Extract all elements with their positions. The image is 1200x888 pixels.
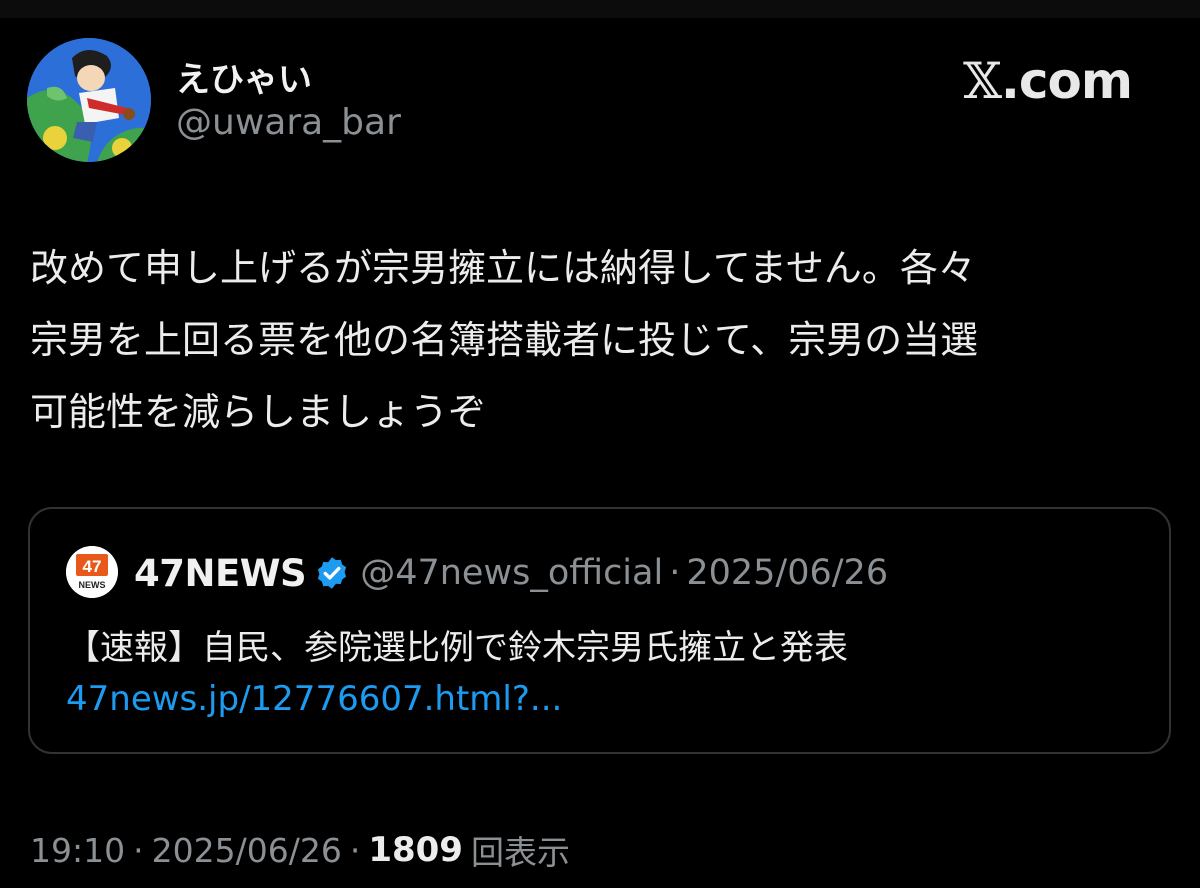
x-logo-icon: 𝕏 (963, 52, 1002, 110)
47news-logo-icon: 47 NEWS (66, 546, 118, 598)
author-display-name[interactable]: えひゃい (176, 52, 312, 101)
logo-number: 47 (83, 557, 102, 576)
tweet-date[interactable]: 2025/06/26 (152, 831, 342, 870)
quoted-tweet-date[interactable]: 2025/06/26 (686, 553, 888, 593)
verified-badge-icon (318, 557, 347, 589)
author-avatar[interactable] (27, 38, 151, 162)
quoted-account-logo[interactable]: 47 NEWS (66, 546, 118, 598)
quoted-tweet-header: 47NEWS @47news_official · 2025/06/26 (134, 549, 888, 597)
separator-dot: · (133, 830, 144, 870)
tweet-time[interactable]: 19:10 (30, 831, 125, 870)
tweet-text-line: 改めて申し上げるが宗男擁立には納得してません。各々 (30, 246, 976, 290)
view-count: 1809 (368, 830, 463, 870)
avatar-illustration-icon (27, 38, 151, 162)
quoted-tweet-card[interactable]: 47 NEWS 47NEWS @47news_official · 2025/0… (28, 507, 1171, 754)
tweet-text-line: 可能性を減らしましょうぞ (30, 390, 487, 434)
status-bar-strip (0, 0, 1200, 18)
tweet-text: 改めて申し上げるが宗男擁立には納得してません。各々 宗男を上回る票を他の名簿搭載… (30, 232, 1170, 448)
tweet-text-line: 宗男を上回る票を他の名簿搭載者に投じて、宗男の当選 (30, 318, 979, 362)
x-com-brand: 𝕏.com (963, 52, 1133, 110)
tweet-metadata: 19:10 · 2025/06/26 · 1809 回表示 (30, 826, 570, 874)
quoted-tweet-link[interactable]: 47news.jp/12776607.html?... (66, 679, 562, 719)
author-handle[interactable]: @uwara_bar (176, 102, 401, 143)
separator-dot: · (349, 830, 361, 870)
quoted-account-name[interactable]: 47NEWS (134, 552, 307, 595)
brand-domain-label: .com (1000, 52, 1133, 110)
quoted-tweet-text: 【速報】自民、参院選比例で鈴木宗男氏擁立と発表 (66, 628, 848, 668)
separator-dot: · (669, 553, 681, 593)
view-count-label: 回表示 (470, 833, 570, 872)
quoted-account-handle[interactable]: @47news_official (360, 553, 663, 593)
logo-subtext: NEWS (79, 580, 106, 590)
